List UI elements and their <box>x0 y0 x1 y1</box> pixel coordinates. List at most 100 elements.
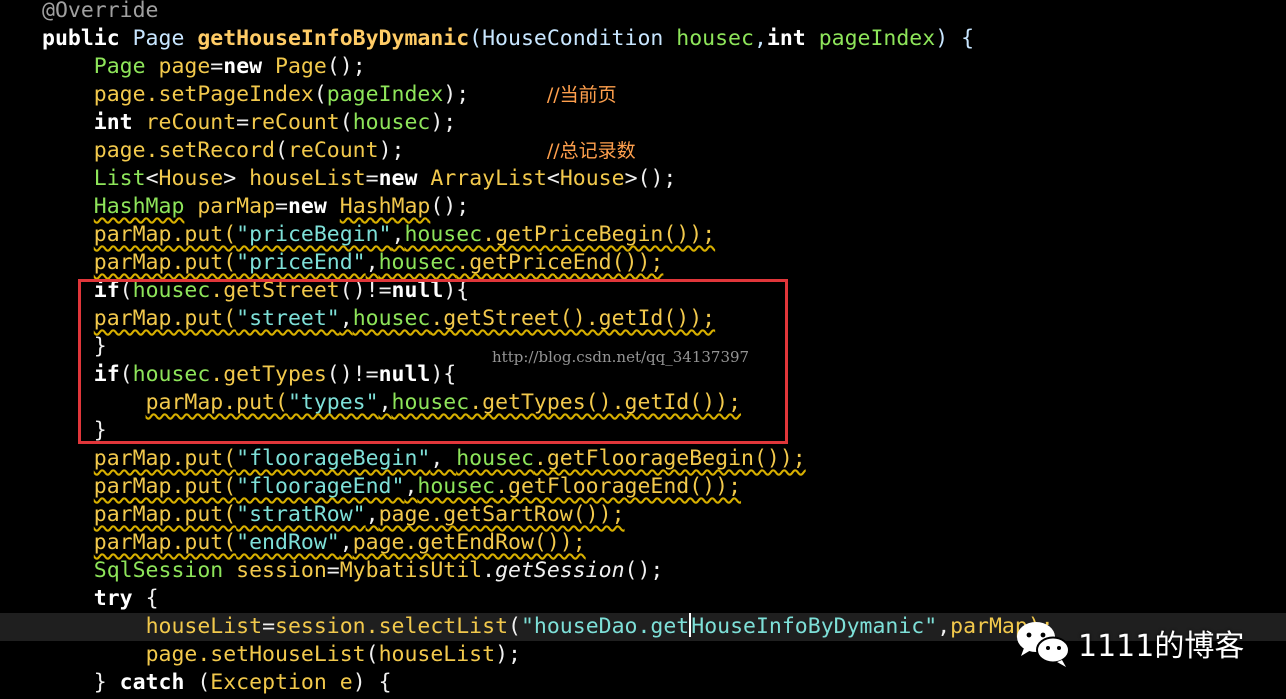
code-line[interactable]: page.setPageIndex(pageIndex); //当前页 <box>0 81 1286 109</box>
code-token: .getPriceBegin()); <box>482 222 716 247</box>
code-token: MybatisUtil <box>339 558 483 583</box>
code-line[interactable]: parMap.put("floorageEnd",housec.getFloor… <box>0 473 1286 501</box>
code-token: page.setHouseList <box>145 642 366 667</box>
code-line[interactable]: public Page getHouseInfoByDymanic(HouseC… <box>0 25 1286 53</box>
code-token: getSession <box>495 558 625 583</box>
code-token: Page <box>132 26 198 51</box>
code-token: .getPriceEnd()); <box>456 250 664 275</box>
code-token: "floorageBegin" <box>236 446 431 471</box>
code-line[interactable]: List<House> houseList=new ArrayList<Hous… <box>0 165 1286 193</box>
code-token: parMap.put( <box>93 446 237 471</box>
code-token: , <box>430 446 457 471</box>
code-token: < <box>546 166 560 191</box>
code-token: ); <box>430 110 457 135</box>
code-token: , <box>937 614 951 639</box>
code-token: ( <box>508 614 521 639</box>
code-token: HashMap <box>93 194 185 219</box>
code-token: , <box>753 26 767 51</box>
code-token: housec <box>417 474 496 499</box>
code-line[interactable]: HashMap parMap=new HashMap(); <box>0 193 1286 221</box>
code-token: new <box>378 166 431 191</box>
code-token: housec <box>676 26 754 51</box>
code-token: new <box>287 194 340 219</box>
code-token: @Override <box>42 0 159 23</box>
code-line[interactable]: Page page=new Page(); <box>0 53 1286 81</box>
wechat-watermark: 1111的博客 <box>1014 612 1244 674</box>
code-token: House <box>158 166 224 191</box>
code-token: housec <box>456 446 534 471</box>
code-line[interactable]: try { <box>0 585 1286 613</box>
code-token: .getFloorageBegin()); <box>533 446 806 471</box>
code-token: Page <box>275 54 327 79</box>
code-token: parMap.put( <box>93 502 237 527</box>
code-token: ( <box>339 110 353 135</box>
code-token: (); <box>326 54 366 79</box>
code-token: > <box>223 166 250 191</box>
code-token: , <box>391 222 405 247</box>
code-token: , <box>365 502 379 527</box>
code-token: ( <box>365 642 379 667</box>
code-token: public <box>42 26 133 51</box>
code-line[interactable]: parMap.put("priceBegin",housec.getPriceB… <box>0 221 1286 249</box>
code-token: ( <box>275 138 288 163</box>
code-token: "stratRow" <box>236 502 366 527</box>
code-line[interactable]: parMap.put("endRow",page.getEndRow()); <box>0 529 1286 557</box>
code-token: = <box>262 614 276 639</box>
code-token: parMap <box>197 194 276 219</box>
code-token: >(); <box>624 166 677 191</box>
code-token: session.selectList <box>275 614 509 639</box>
code-line[interactable]: page.setRecord(reCount); //总记录数 <box>0 137 1286 165</box>
code-token: < <box>145 166 159 191</box>
code-token: HouseInfoByDymanic" <box>691 614 938 639</box>
code-token: houseList <box>249 166 366 191</box>
watermark-url: http://blog.csdn.net/qq_34137397 <box>492 348 750 366</box>
code-token: = <box>365 166 379 191</box>
code-token: = <box>236 110 250 135</box>
code-token: housec <box>352 110 431 135</box>
code-line[interactable]: SqlSession session=MybatisUtil.getSessio… <box>0 557 1286 585</box>
code-token: //当前页 <box>546 84 617 106</box>
code-line[interactable]: int reCount=reCount(housec); <box>0 109 1286 137</box>
code-token: reCount <box>145 110 237 135</box>
code-line[interactable]: parMap.put("priceEnd",housec.getPriceEnd… <box>0 249 1286 277</box>
code-token: getHouseInfoByDymanic <box>197 26 470 51</box>
code-token: //总记录数 <box>546 140 636 162</box>
code-line[interactable]: parMap.put("floorageBegin", housec.getFl… <box>0 445 1286 473</box>
code-token: houseList <box>145 614 263 639</box>
code-token: (); <box>430 194 470 219</box>
code-line[interactable]: @Override <box>0 0 1286 25</box>
code-token: .getFloorageEnd()); <box>495 474 742 499</box>
code-token: int <box>93 110 146 135</box>
code-token: "houseDao.get <box>520 614 690 639</box>
code-token: ( <box>313 82 327 107</box>
code-token: "endRow" <box>236 530 340 555</box>
code-token: e <box>339 670 353 695</box>
code-line[interactable]: parMap.put("stratRow",page.getSartRow())… <box>0 501 1286 529</box>
code-token: reCount <box>249 110 340 135</box>
code-token: page.getSartRow()); <box>378 502 625 527</box>
code-token: new <box>223 54 276 79</box>
code-token: ) { <box>352 670 392 695</box>
code-token: catch <box>119 670 185 695</box>
code-token: session <box>236 558 327 583</box>
code-token: ); <box>378 138 547 163</box>
code-token: "floorageEnd" <box>236 474 405 499</box>
code-token: page.getEndRow()); <box>352 530 586 555</box>
code-token: page <box>158 54 211 79</box>
code-token: = <box>275 194 288 219</box>
code-token: page.setPageIndex <box>93 82 314 107</box>
code-token: ArrayList <box>430 166 547 191</box>
code-token: ); <box>495 642 521 667</box>
